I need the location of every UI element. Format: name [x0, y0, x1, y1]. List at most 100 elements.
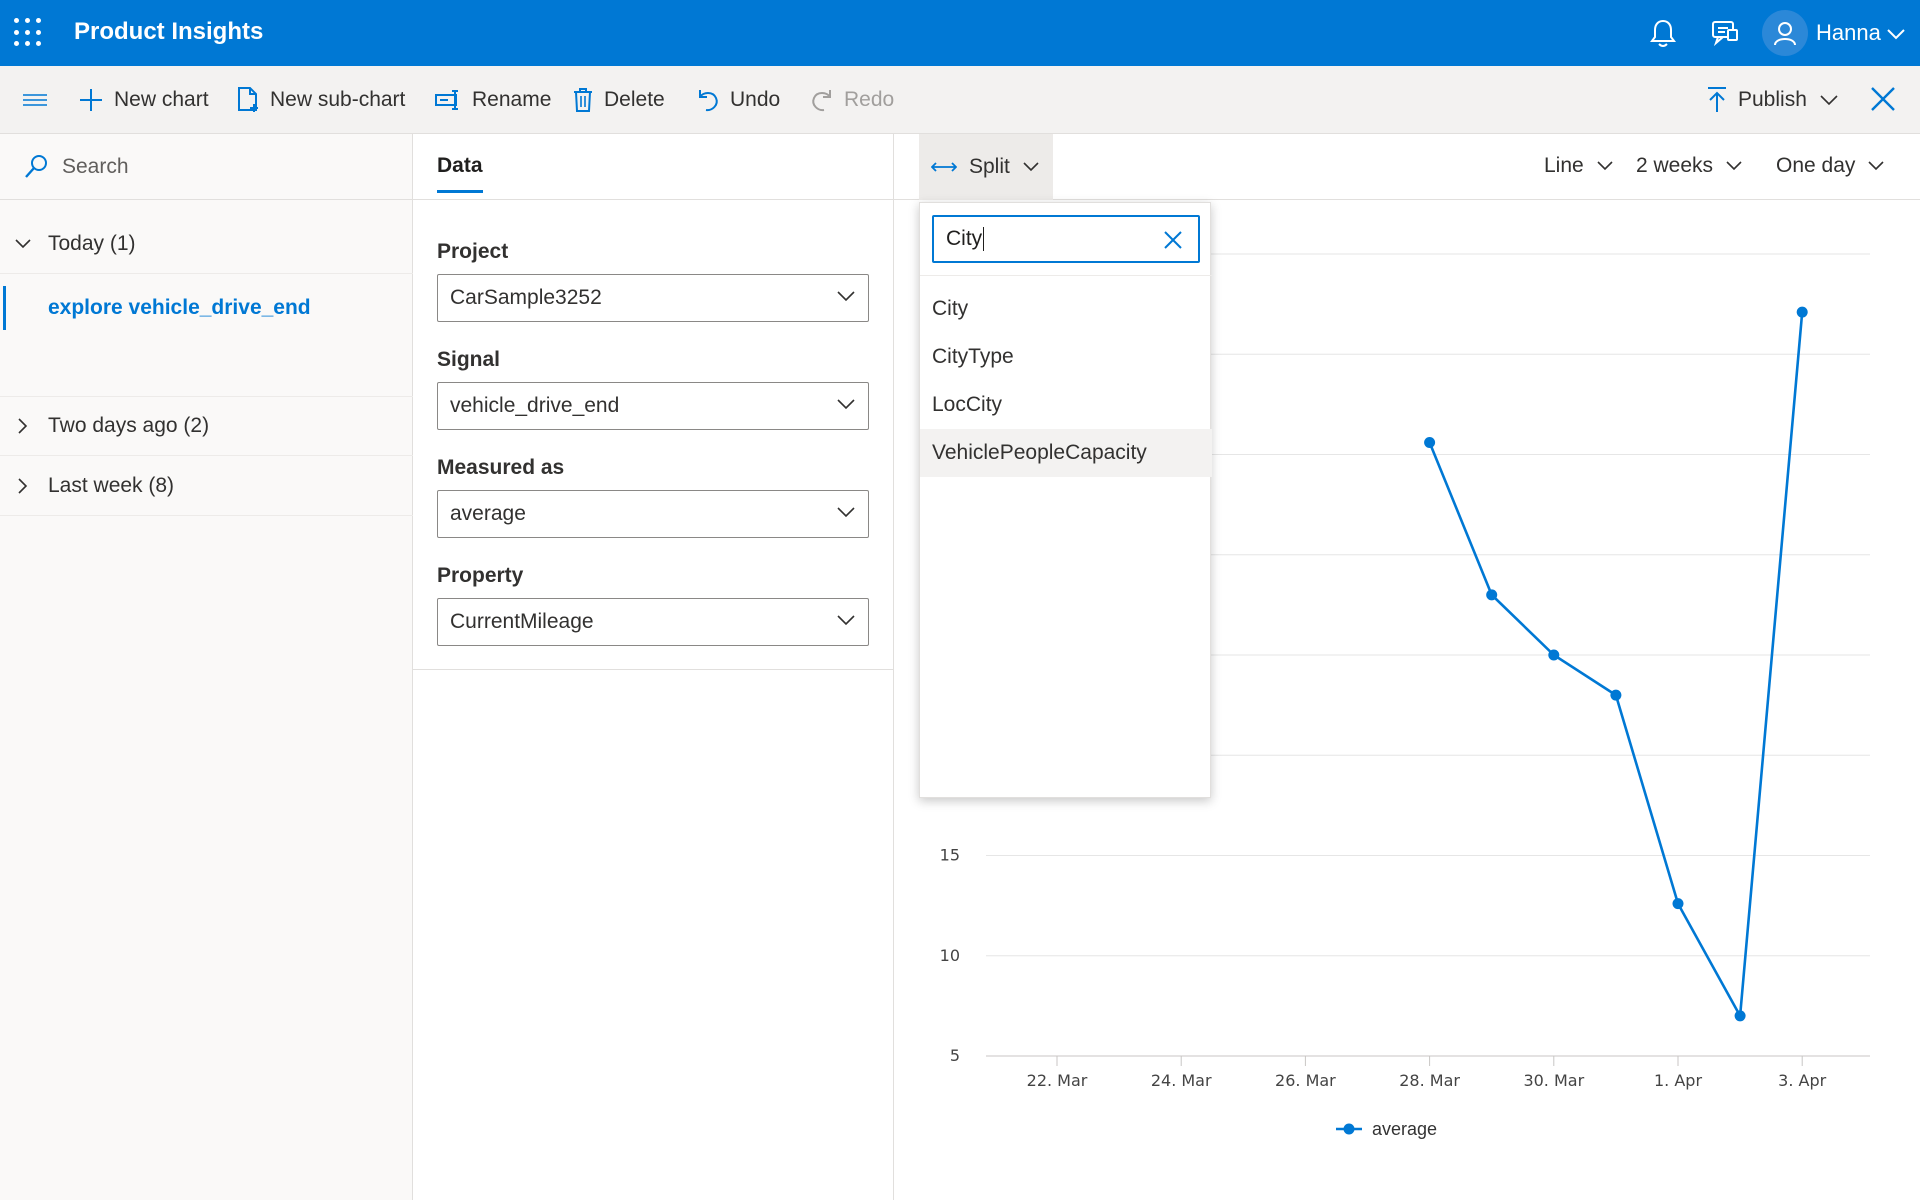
history-group-last-week[interactable]: Last week (8): [0, 456, 413, 516]
new-chart-label: New chart: [114, 88, 209, 111]
app-launcher-icon[interactable]: [14, 18, 44, 48]
data-panel: Data Project CarSample3252 Signal vehicl…: [413, 134, 894, 1200]
search-placeholder: Search: [62, 154, 129, 178]
history-panel: Search Today (1) explore vehicle_drive_e…: [0, 134, 413, 1200]
data-point: [1486, 589, 1498, 601]
popup-divider: [920, 275, 1212, 276]
x-tick-label: 26. Mar: [1275, 1071, 1336, 1090]
project-value: CarSample3252: [450, 286, 602, 309]
time-range-dropdown[interactable]: 2 weeks: [1636, 154, 1743, 178]
new-subchart-button[interactable]: New sub-chart: [236, 84, 405, 116]
x-tick-label: 30. Mar: [1523, 1071, 1584, 1090]
split-arrows-icon: [931, 162, 957, 172]
granularity-dropdown[interactable]: One day: [1776, 154, 1885, 178]
split-option-city[interactable]: City: [920, 285, 1212, 333]
plus-icon: [80, 89, 102, 111]
redo-icon: [812, 90, 831, 112]
chevron-down-icon: [837, 399, 855, 410]
split-search-value: City: [946, 227, 983, 250]
split-search-input[interactable]: City: [932, 215, 1200, 263]
measured-as-label: Measured as: [437, 456, 565, 479]
publish-icon: [1708, 87, 1726, 112]
property-dropdown[interactable]: CurrentMileage: [437, 598, 869, 646]
project-label: Project: [437, 240, 509, 263]
chevron-right-icon: [18, 477, 28, 494]
redo-label: Redo: [844, 88, 895, 111]
measured-as-dropdown[interactable]: average: [437, 490, 869, 538]
split-label: Split: [969, 155, 1010, 178]
history-group-two-days-ago[interactable]: Two days ago (2): [0, 396, 413, 456]
property-label: Property: [437, 564, 524, 587]
rename-button[interactable]: Rename: [434, 84, 551, 116]
chevron-down-icon: [837, 615, 855, 626]
chart-type-dropdown[interactable]: Line: [1544, 154, 1614, 178]
notification-bell-icon[interactable]: [1650, 18, 1676, 54]
hamburger-menu-icon[interactable]: [22, 84, 58, 116]
rename-label: Rename: [472, 88, 552, 111]
delete-label: Delete: [604, 88, 665, 111]
split-option-loccity[interactable]: LocCity: [920, 381, 1212, 429]
undo-label: Undo: [730, 88, 781, 111]
chevron-down-icon: [837, 507, 855, 518]
tab-row: Data: [413, 134, 894, 200]
user-avatar[interactable]: [1762, 10, 1808, 56]
y-tick-label: 10: [940, 946, 960, 965]
chevron-down-icon: [1820, 95, 1838, 106]
search-icon: [25, 154, 47, 178]
y-tick-label: 5: [950, 1046, 960, 1065]
publish-label: Publish: [1738, 88, 1807, 111]
x-tick-label: 3. Apr: [1778, 1071, 1826, 1090]
split-option-citytype[interactable]: CityType: [920, 333, 1212, 381]
new-document-icon: [238, 87, 258, 112]
tab-data[interactable]: Data: [437, 154, 483, 193]
split-dropdown-popup: City City CityType LocCity VehiclePeople…: [919, 202, 1212, 798]
granularity-value: One day: [1776, 154, 1856, 177]
history-search[interactable]: Search: [0, 134, 413, 200]
x-tick-label: 1. Apr: [1654, 1071, 1702, 1090]
command-bar: New chart New sub-chart Rename Delete Un…: [0, 66, 1920, 134]
data-point: [1672, 898, 1684, 910]
rename-icon: [435, 90, 458, 110]
time-range-value: 2 weeks: [1636, 154, 1714, 177]
trash-icon: [574, 88, 592, 112]
chevron-down-icon[interactable]: [1886, 24, 1906, 47]
history-item-explore[interactable]: explore vehicle_drive_end: [0, 282, 413, 334]
legend-marker: [1343, 1123, 1355, 1135]
delete-button[interactable]: Delete: [572, 84, 665, 116]
data-point: [1424, 436, 1436, 448]
undo-button[interactable]: Undo: [696, 84, 780, 116]
data-point: [1734, 1010, 1746, 1022]
chevron-down-icon: [1868, 161, 1884, 171]
panel-divider: [413, 669, 894, 670]
legend-label: average: [1372, 1119, 1437, 1139]
user-name[interactable]: Hanna: [1816, 20, 1881, 46]
app-title[interactable]: Product Insights: [74, 18, 263, 46]
feedback-icon[interactable]: [1710, 18, 1740, 54]
new-subchart-label: New sub-chart: [270, 88, 406, 111]
signal-value: vehicle_drive_end: [450, 394, 620, 417]
data-point: [1610, 689, 1622, 701]
publish-button[interactable]: Publish: [1706, 84, 1849, 116]
x-tick-label: 24. Mar: [1151, 1071, 1212, 1090]
split-option-vehiclepeoplecapacity[interactable]: VehiclePeopleCapacity: [920, 429, 1212, 477]
data-point: [1796, 306, 1808, 318]
new-chart-button[interactable]: New chart: [78, 84, 209, 116]
data-point: [1548, 649, 1560, 661]
chevron-down-icon: [837, 291, 855, 302]
project-dropdown[interactable]: CarSample3252: [437, 274, 869, 322]
series-line: [1428, 312, 1804, 1021]
history-group-today[interactable]: Today (1): [0, 214, 413, 274]
y-tick-label: 15: [940, 846, 960, 865]
close-icon[interactable]: [1868, 84, 1898, 120]
clear-icon[interactable]: [1162, 229, 1184, 257]
chevron-down-icon: [1023, 162, 1039, 172]
property-value: CurrentMileage: [450, 610, 594, 633]
history-group-label: Last week (8): [48, 473, 175, 497]
person-icon: [1774, 22, 1796, 46]
split-button[interactable]: Split: [919, 134, 1053, 200]
chevron-down-icon: [1726, 161, 1742, 171]
app-bar: Product Insights Hanna: [0, 0, 1920, 66]
redo-button[interactable]: Redo: [810, 84, 894, 116]
signal-dropdown[interactable]: vehicle_drive_end: [437, 382, 869, 430]
chevron-down-icon: [15, 238, 31, 248]
